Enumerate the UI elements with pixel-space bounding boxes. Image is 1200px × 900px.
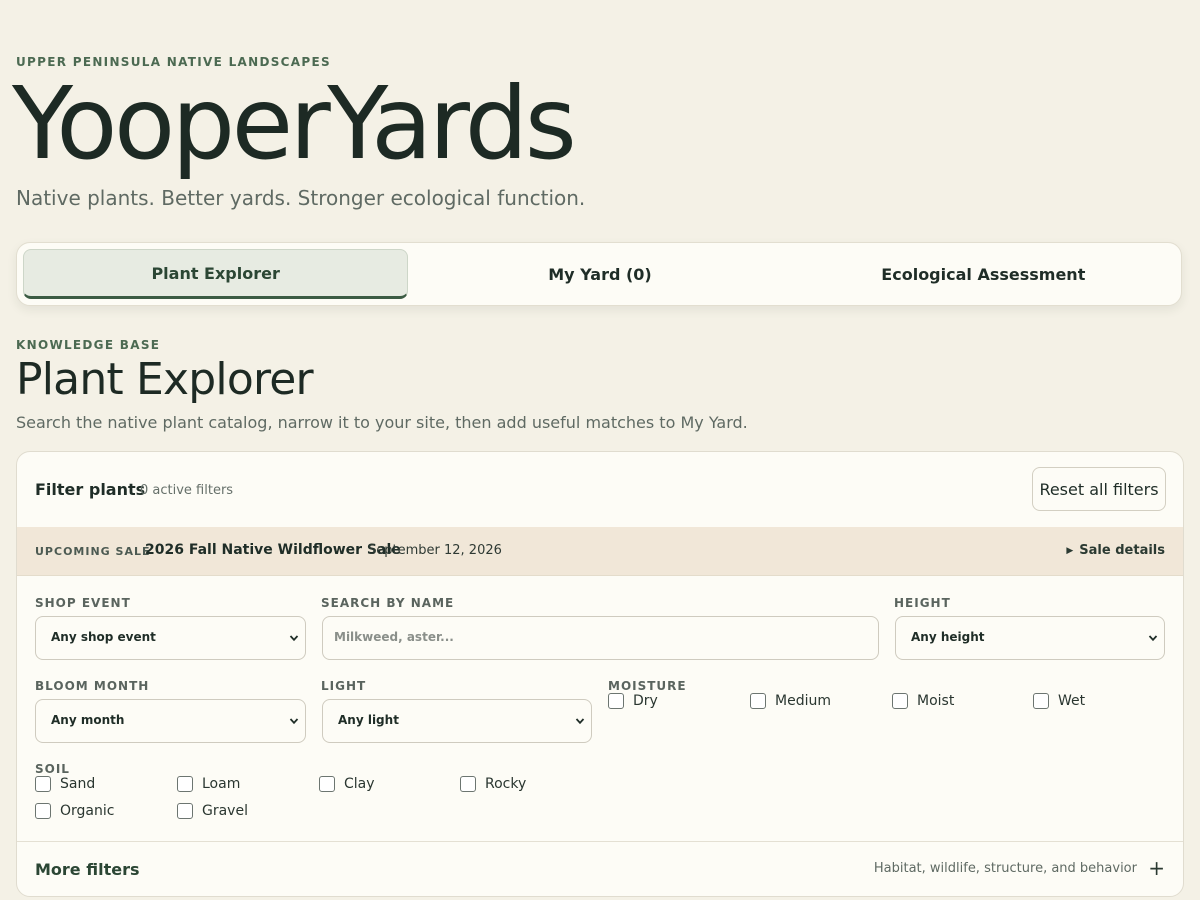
soil-option-label: Sand xyxy=(60,776,96,792)
moisture-medium-checkbox[interactable]: Medium xyxy=(750,693,831,709)
checkbox-box[interactable] xyxy=(750,693,766,709)
soil-loam-checkbox[interactable]: Loam xyxy=(177,776,240,792)
sale-name: 2026 Fall Native Wildflower Sale xyxy=(145,542,401,558)
shop-event-label: SHOP EVENT xyxy=(35,596,131,610)
active-filter-count: 0 active filters xyxy=(140,483,234,498)
filter-panel: Filter plants 0 active filters Reset all… xyxy=(16,451,1184,897)
reset-filters-button[interactable]: Reset all filters xyxy=(1032,467,1166,511)
soil-clay-checkbox[interactable]: Clay xyxy=(319,776,375,792)
sale-details-toggle[interactable]: ▶ Sale details xyxy=(1066,543,1165,558)
moisture-dry-checkbox[interactable]: Dry xyxy=(608,693,658,709)
bloom-month-label: BLOOM MONTH xyxy=(35,679,150,693)
checkbox-box[interactable] xyxy=(35,776,51,792)
search-label: SEARCH BY NAME xyxy=(321,596,455,610)
soil-label: SOIL xyxy=(35,762,70,776)
moisture-option-label: Dry xyxy=(633,693,658,709)
filter-panel-header: Filter plants 0 active filters Reset all… xyxy=(17,452,1183,528)
more-filters-description: Habitat, wildlife, structure, and behavi… xyxy=(873,861,1137,876)
moisture-option-label: Wet xyxy=(1058,693,1086,709)
shop-event-select[interactable]: Any shop event xyxy=(35,616,306,660)
moisture-moist-checkbox[interactable]: Moist xyxy=(892,693,954,709)
more-filters-toggle[interactable]: More filters Habitat, wildlife, structur… xyxy=(17,841,1183,896)
soil-option-label: Clay xyxy=(344,776,375,792)
search-input[interactable]: Milkweed, aster... xyxy=(322,616,879,660)
height-select[interactable]: Any height xyxy=(895,616,1165,660)
soil-organic-checkbox[interactable]: Organic xyxy=(35,803,114,819)
soil-gravel-checkbox[interactable]: Gravel xyxy=(177,803,248,819)
checkbox-box[interactable] xyxy=(177,776,193,792)
page: UPPER PENINSULA NATIVE LANDSCAPES Yooper… xyxy=(0,0,1200,900)
soil-option-label: Organic xyxy=(60,803,115,819)
soil-option-label: Gravel xyxy=(202,803,248,819)
sale-details-label: Sale details xyxy=(1079,543,1165,558)
tab-ecological-assessment[interactable]: Ecological Assessment xyxy=(792,249,1175,299)
moisture-option-label: Medium xyxy=(775,693,831,709)
soil-sand-checkbox[interactable]: Sand xyxy=(35,776,95,792)
chevron-down-icon xyxy=(575,718,585,725)
site-tagline: Native plants. Better yards. Stronger ec… xyxy=(16,186,586,210)
light-label: LIGHT xyxy=(321,679,367,693)
soil-option-label: Rocky xyxy=(485,776,527,792)
bloom-month-select[interactable]: Any month xyxy=(35,699,306,743)
soil-option-label: Loam xyxy=(202,776,241,792)
main-tabs: Plant Explorer My Yard (0) Ecological As… xyxy=(16,242,1182,306)
checkbox-box[interactable] xyxy=(460,776,476,792)
section-description: Search the native plant catalog, narrow … xyxy=(16,413,748,432)
tab-plant-explorer[interactable]: Plant Explorer xyxy=(23,249,409,299)
moisture-wet-checkbox[interactable]: Wet xyxy=(1033,693,1085,709)
light-value: Any light xyxy=(338,713,399,727)
tab-my-yard[interactable]: My Yard (0) xyxy=(408,249,791,299)
search-placeholder: Milkweed, aster... xyxy=(334,630,454,644)
checkbox-box[interactable] xyxy=(319,776,335,792)
checkbox-box[interactable] xyxy=(1033,693,1049,709)
checkbox-box[interactable] xyxy=(892,693,908,709)
chevron-down-icon xyxy=(1148,635,1158,642)
site-title: YooperYards xyxy=(12,65,577,182)
filter-panel-title: Filter plants xyxy=(35,480,146,499)
soil-rocky-checkbox[interactable]: Rocky xyxy=(460,776,526,792)
height-value: Any height xyxy=(911,630,985,644)
page-title: Plant Explorer xyxy=(16,354,314,405)
shop-event-value: Any shop event xyxy=(51,630,156,644)
more-filters-title: More filters xyxy=(35,860,140,879)
sale-banner: UPCOMING SALE 2026 Fall Native Wildflowe… xyxy=(17,527,1183,576)
sale-date: September 12, 2026 xyxy=(368,543,502,558)
moisture-label: MOISTURE xyxy=(608,679,687,693)
chevron-down-icon xyxy=(289,718,299,725)
height-label: HEIGHT xyxy=(894,596,951,610)
sale-label: UPCOMING SALE xyxy=(35,545,151,558)
moisture-option-label: Moist xyxy=(917,693,955,709)
checkbox-box[interactable] xyxy=(177,803,193,819)
section-eyebrow: KNOWLEDGE BASE xyxy=(16,338,161,352)
chevron-down-icon xyxy=(289,635,299,642)
checkbox-box[interactable] xyxy=(35,803,51,819)
caret-right-icon: ▶ xyxy=(1066,546,1074,556)
plus-icon[interactable]: + xyxy=(1148,856,1165,880)
checkbox-box[interactable] xyxy=(608,693,624,709)
bloom-month-value: Any month xyxy=(51,713,125,727)
light-select[interactable]: Any light xyxy=(322,699,592,743)
